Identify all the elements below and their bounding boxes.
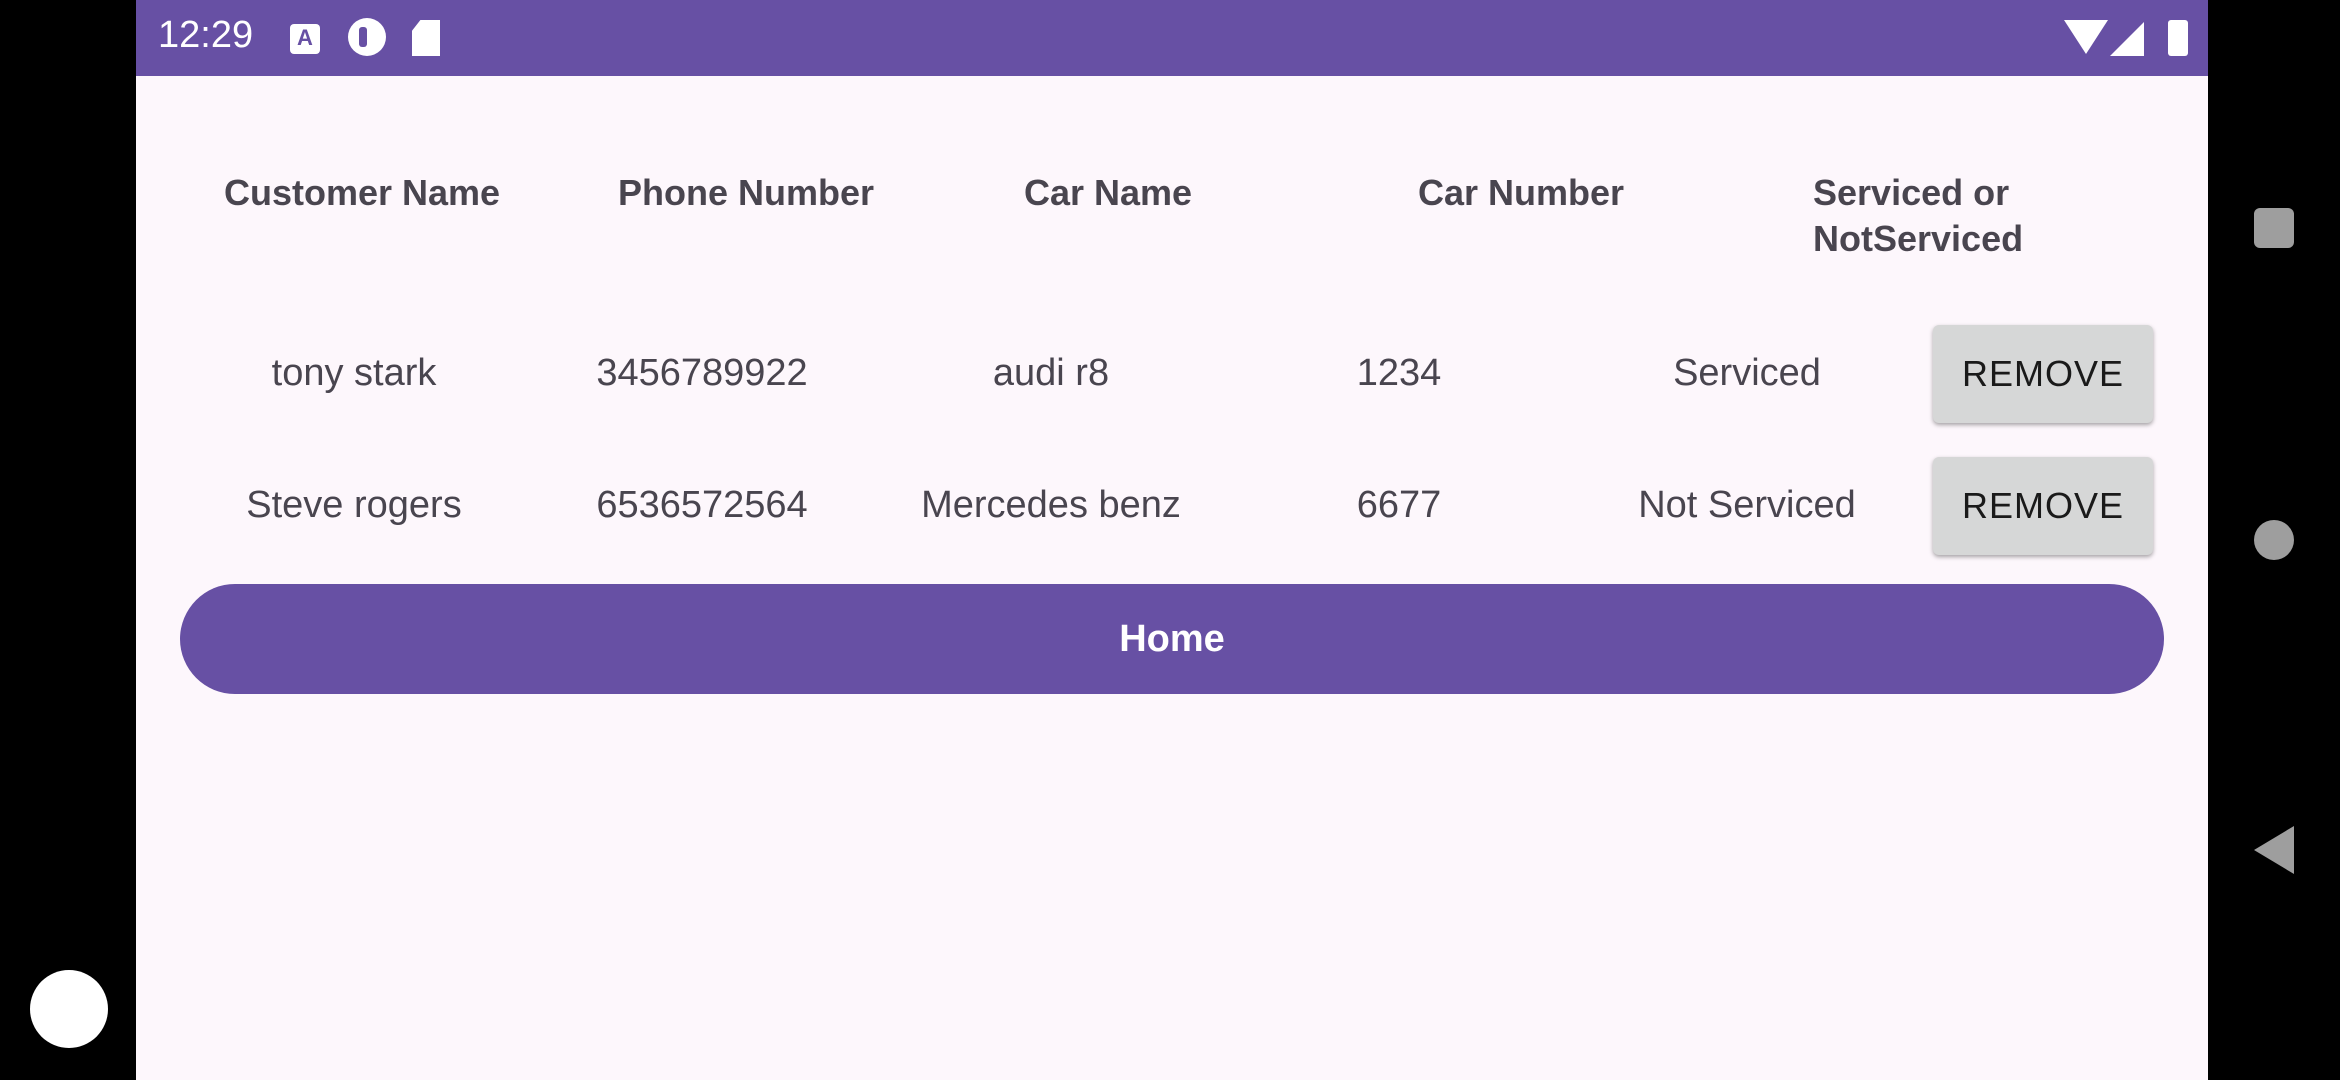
back-icon[interactable] <box>2254 826 2294 874</box>
remove-button[interactable]: REMOVE <box>1933 457 2153 555</box>
header-phone-number: Phone Number <box>618 172 875 213</box>
cell-customer-name: tony stark <box>271 352 437 394</box>
recents-icon[interactable] <box>2254 208 2294 248</box>
sd-card-icon <box>412 20 440 56</box>
header-car-number: Car Number <box>1418 172 1625 213</box>
camera-cutout <box>30 970 108 1048</box>
cell-status: Not Serviced <box>1638 484 1856 526</box>
cell-car-name: Mercedes benz <box>921 484 1181 526</box>
p-app-icon <box>348 18 386 56</box>
battery-icon <box>2168 20 2188 56</box>
app-screen: 12:29 A Customer Name Phone Number Car N… <box>136 0 2208 1080</box>
signal-icon <box>2110 22 2144 56</box>
header-customer-name: Customer Name <box>224 172 501 213</box>
header-service-status: Serviced or NotServiced <box>1813 172 2024 259</box>
cell-phone: 6536572564 <box>596 484 808 526</box>
cell-customer-name: Steve rogers <box>246 484 462 526</box>
cell-car-number: 6677 <box>1356 484 1442 526</box>
status-bar: 12:29 A <box>136 0 2208 76</box>
cell-car-name: audi r8 <box>992 352 1110 394</box>
cell-phone: 3456789922 <box>596 352 808 394</box>
a-keyboard-icon: A <box>290 24 320 54</box>
wifi-icon <box>2064 20 2108 54</box>
remove-button[interactable]: REMOVE <box>1933 325 2153 423</box>
cell-car-number: 1234 <box>1356 352 1442 394</box>
cell-status: Serviced <box>1673 352 1821 394</box>
header-car-name: Car Name <box>1024 172 1193 213</box>
device-frame-left <box>0 0 136 1080</box>
status-time: 12:29 <box>158 14 254 56</box>
home-button[interactable]: Home <box>180 584 2164 694</box>
home-icon[interactable] <box>2254 520 2294 560</box>
